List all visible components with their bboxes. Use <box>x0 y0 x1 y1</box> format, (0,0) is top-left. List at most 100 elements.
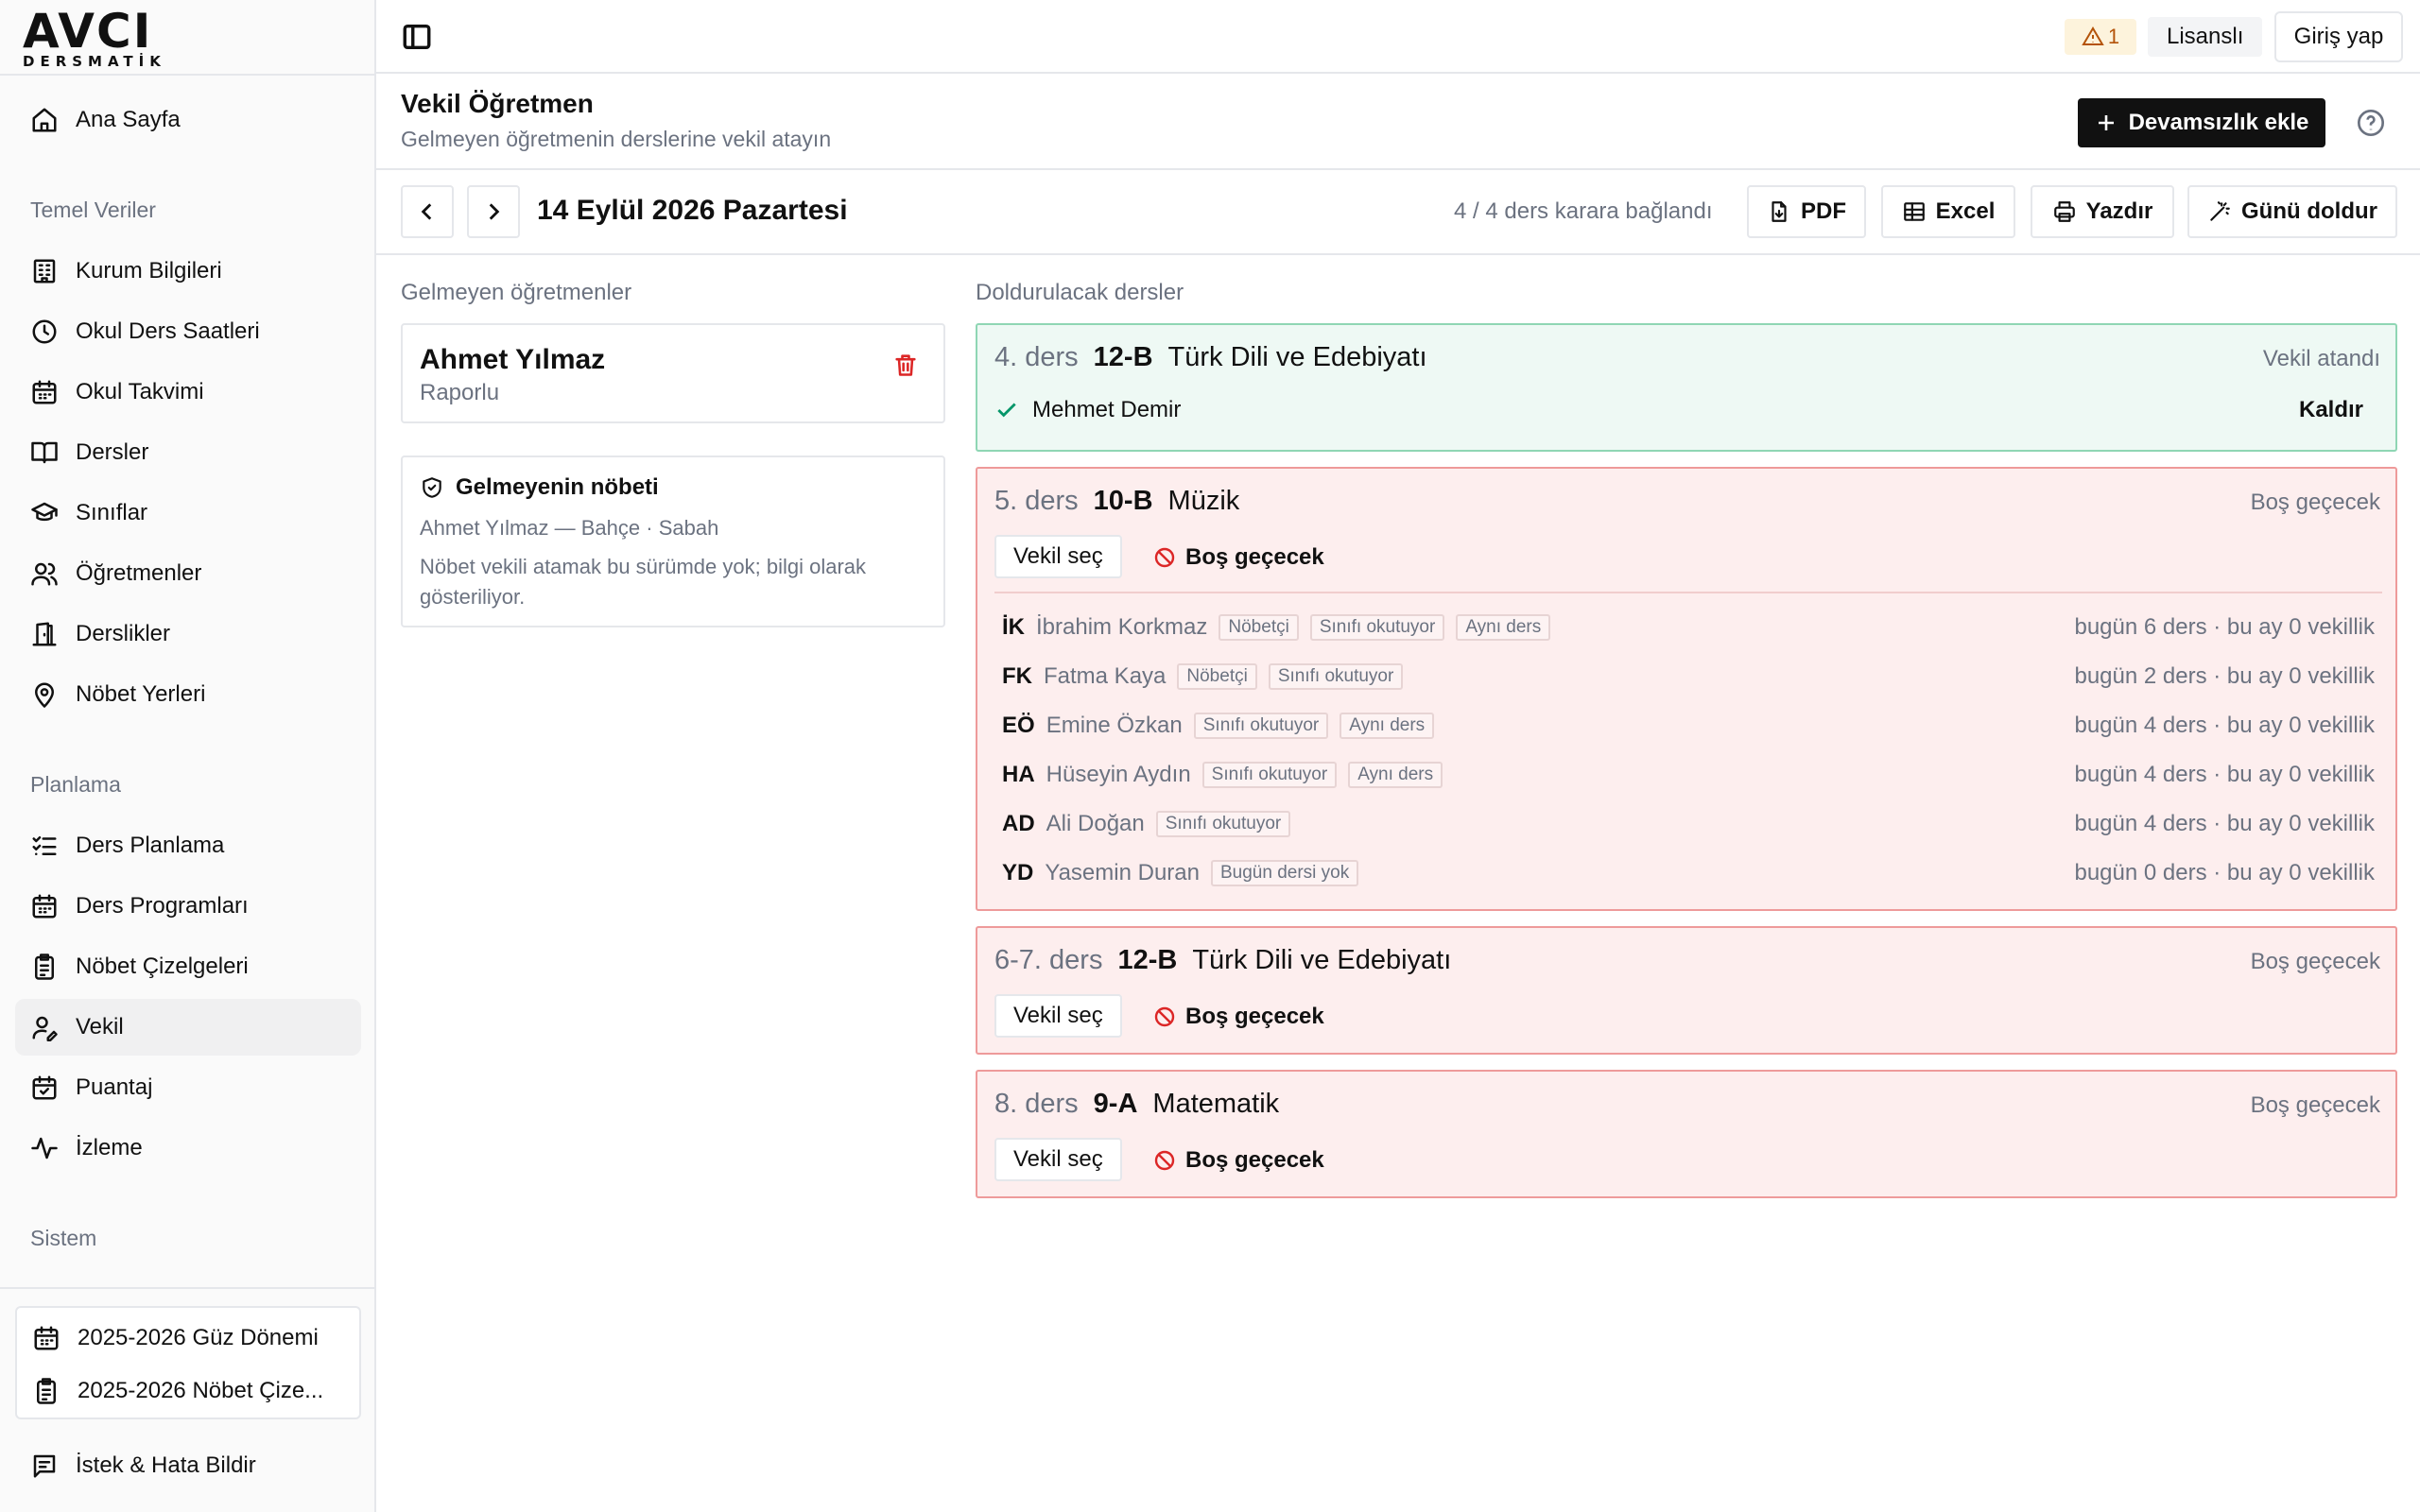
candidate-row[interactable]: İK İbrahim Korkmaz Nöbetçi Sınıfı okutuy… <box>1002 609 2375 646</box>
login-button[interactable]: Giriş yap <box>2274 11 2403 62</box>
pdf-button[interactable]: PDF <box>1747 185 1866 238</box>
pdf-label: PDF <box>1801 198 1846 224</box>
sidebar-item-ders-programlari[interactable]: Ders Programları <box>15 878 361 935</box>
absent-teachers-title: Gelmeyen öğretmenler <box>401 280 632 305</box>
candidate-row[interactable]: FK Fatma Kaya Nöbetçi Sınıfı okutuyor bu… <box>1002 658 2375 696</box>
previous-day-button[interactable] <box>401 185 454 238</box>
sidebar-item-label: Puantaj <box>76 1074 153 1100</box>
brand-name: AVCI <box>23 4 153 59</box>
sidebar-section-label: Planlama <box>30 772 121 797</box>
lesson-period: 4. ders <box>994 342 1079 372</box>
leave-empty-label: Boş geçecek <box>1185 1004 1324 1029</box>
lesson-status: Vekil atandı <box>2262 346 2380 371</box>
sidebar-item-okul-ders-saatleri[interactable]: Okul Ders Saatleri <box>15 303 361 360</box>
candidate-initials: EÖ <box>1002 713 1035 738</box>
sidebar-item-label: Okul Takvimi <box>76 379 204 404</box>
candidate-initials: YD <box>1002 860 1034 885</box>
clock-icon <box>30 318 59 346</box>
period-label: 2025-2026 Nöbet Çize... <box>78 1378 324 1403</box>
lesson-class: 12-B <box>1093 342 1153 372</box>
sidebar-item-puantaj[interactable]: Puantaj <box>15 1059 361 1116</box>
trash-icon[interactable] <box>892 352 919 378</box>
candidate-tag: Sınıfı okutuyor <box>1201 762 1338 788</box>
absent-teacher-name: Ahmet Yılmaz <box>420 344 606 375</box>
lesson-card: 4. ders 12-B Türk Dili ve Edebiyatı Veki… <box>976 323 2397 452</box>
duty-header: Gelmeyenin nöbeti <box>420 474 659 501</box>
period-term[interactable]: 2025-2026 Güz Dönemi <box>17 1312 363 1365</box>
fill-day-label: Günü doldur <box>2241 198 2377 224</box>
sidebar: AVCI DERSMATİK Ana Sayfa Temel Veriler K… <box>0 0 376 1512</box>
sidebar-item-label: Vekil <box>76 1014 124 1040</box>
lesson-card: 5. ders 10-B Müzik Boş geçecek Vekil seç… <box>976 467 2397 911</box>
sidebar-item-derslikler[interactable]: Derslikler <box>15 606 361 662</box>
candidate-row[interactable]: HA Hüseyin Aydın Sınıfı okutuyor Aynı de… <box>1002 756 2375 794</box>
pick-substitute-button[interactable]: Vekil seç <box>994 994 1122 1038</box>
candidate-name: İbrahim Korkmaz <box>1036 614 1208 640</box>
print-button[interactable]: Yazdır <box>2031 185 2174 238</box>
sidebar-item-label: Derslikler <box>76 621 171 646</box>
sidebar-item-siniflar[interactable]: Sınıflar <box>15 485 361 541</box>
leave-empty-button[interactable]: Boş geçecek <box>1153 544 1324 571</box>
door-icon <box>30 620 59 648</box>
leave-empty-button[interactable]: Boş geçecek <box>1153 1147 1324 1174</box>
lesson-status: Boş geçecek <box>2250 490 2380 515</box>
candidate-row[interactable]: AD Ali Doğan Sınıfı okutuyor bugün 4 der… <box>1002 805 2375 843</box>
sidebar-item-nobet-yerleri[interactable]: Nöbet Yerleri <box>15 666 361 723</box>
sidebar-item-label: Ders Planlama <box>76 833 225 858</box>
sidebar-item-vekil[interactable]: Vekil <box>15 999 361 1056</box>
ban-icon <box>1154 547 1175 568</box>
candidate-tag: Bugün dersi yok <box>1210 860 1359 886</box>
add-absence-button[interactable]: Devamsızlık ekle <box>2078 98 2325 147</box>
sidebar-item-label: Sınıflar <box>76 500 148 525</box>
sidebar-item-dersler[interactable]: Dersler <box>15 424 361 481</box>
brand-logo[interactable]: AVCI DERSMATİK <box>23 4 174 70</box>
warning-badge[interactable]: 1 <box>2065 19 2136 55</box>
candidate-tag: Aynı ders <box>1456 614 1551 641</box>
lesson-header: 8. ders 9-A Matematik <box>994 1089 1279 1120</box>
sidebar-item-label: Nöbet Çizelgeleri <box>76 954 249 979</box>
sidebar-item-label: Öğretmenler <box>76 560 202 586</box>
candidate-initials: AD <box>1002 811 1035 836</box>
period-duty-schedule[interactable]: 2025-2026 Nöbet Çize... <box>17 1365 363 1418</box>
help-icon[interactable] <box>2356 108 2386 138</box>
shield-check-icon <box>423 477 441 498</box>
leave-empty-label: Boş geçecek <box>1185 1147 1324 1173</box>
sidebar-item-label: İzleme <box>76 1135 143 1160</box>
candidate-row[interactable]: YD Yasemin Duran Bugün dersi yok bugün 0… <box>1002 854 2375 892</box>
absent-reason: Raporlu <box>420 380 500 405</box>
lesson-class: 10-B <box>1093 486 1153 516</box>
candidate-stats: bugün 2 ders · bu ay 0 vekillik <box>2074 663 2375 689</box>
sidebar-item-ogretmenler[interactable]: Öğretmenler <box>15 545 361 602</box>
chevron-right-icon <box>489 203 500 220</box>
candidate-row[interactable]: EÖ Emine Özkan Sınıfı okutuyor Aynı ders… <box>1002 707 2375 745</box>
next-day-button[interactable] <box>467 185 520 238</box>
sidebar-item-kurum-bilgileri[interactable]: Kurum Bilgileri <box>15 243 361 300</box>
excel-button[interactable]: Excel <box>1881 185 2015 238</box>
leave-empty-button[interactable]: Boş geçecek <box>1153 1004 1324 1030</box>
app-root: AVCI DERSMATİK Ana Sayfa Temel Veriler K… <box>0 0 2420 1512</box>
candidate-name: Fatma Kaya <box>1044 663 1167 689</box>
sidebar-item-feedback[interactable]: İstek & Hata Bildir <box>15 1437 361 1494</box>
lesson-class: 12-B <box>1117 945 1178 975</box>
sidebar-item-home[interactable]: Ana Sayfa <box>15 92 361 148</box>
lesson-header: 6-7. ders 12-B Türk Dili ve Edebiyatı <box>994 945 1451 976</box>
remove-substitute-button[interactable]: Kaldır <box>2299 397 2363 423</box>
candidate-divider <box>994 592 2382 593</box>
pick-substitute-button[interactable]: Vekil seç <box>994 535 1122 578</box>
candidate-initials: FK <box>1002 663 1032 689</box>
lesson-header: 4. ders 12-B Türk Dili ve Edebiyatı <box>994 342 1427 373</box>
absent-teacher-card[interactable]: Ahmet Yılmaz Raporlu <box>401 323 945 423</box>
sidebar-item-okul-takvimi[interactable]: Okul Takvimi <box>15 364 361 421</box>
list-checks-icon <box>30 832 59 860</box>
pick-substitute-button[interactable]: Vekil seç <box>994 1138 1122 1181</box>
candidate-tag: Sınıfı okutuyor <box>1193 713 1329 739</box>
sidebar-item-nobet-cizelgeleri[interactable]: Nöbet Çizelgeleri <box>15 938 361 995</box>
fill-day-button[interactable]: Günü doldur <box>2187 185 2397 238</box>
sidebar-item-ders-planlama[interactable]: Ders Planlama <box>15 817 361 874</box>
sidebar-item-izleme[interactable]: İzleme <box>15 1120 361 1177</box>
candidate-stats: bugün 4 ders · bu ay 0 vekillik <box>2074 713 2375 738</box>
ban-icon <box>1154 1150 1175 1171</box>
sidebar-section-label: Temel Veriler <box>30 198 156 222</box>
sidebar-toggle-button[interactable] <box>401 21 433 53</box>
candidate-tag: Nöbetçi <box>1219 614 1299 641</box>
